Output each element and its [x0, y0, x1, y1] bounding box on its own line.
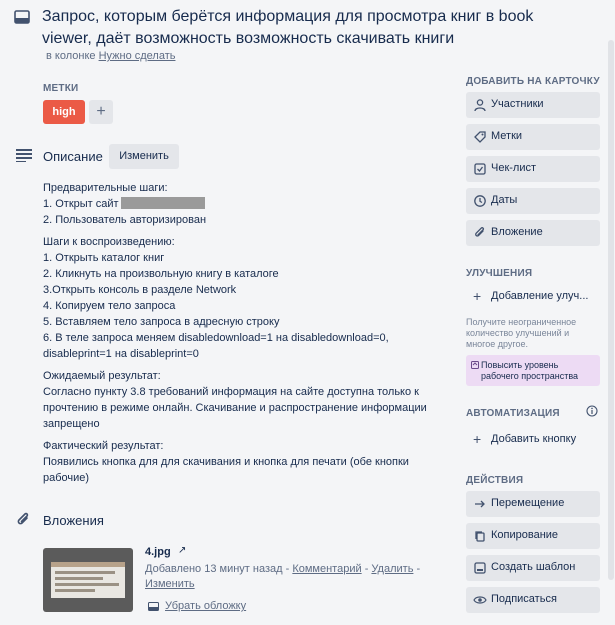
desc-line: рабочие) — [43, 472, 90, 484]
powerups-note: Получите неограниченное количество улучш… — [466, 317, 577, 349]
description-icon — [16, 149, 32, 162]
copy-button[interactable]: Копирование — [466, 523, 600, 549]
desc-line: 2. Кликнуть на произвольную книгу в ката… — [43, 268, 279, 280]
attachment-comment-link[interactable]: Комментарий — [292, 563, 361, 575]
actions-heading: ДЕЙСТВИЯ — [466, 475, 524, 486]
info-icon[interactable] — [586, 405, 598, 417]
edit-description-button[interactable]: Изменить — [109, 144, 179, 169]
desc-line: 6. В теле запроса меняем disabledownload… — [43, 332, 389, 344]
dates-button[interactable]: Даты — [466, 188, 600, 214]
add-button-button[interactable]: + Добавить кнопку — [466, 428, 600, 452]
list-info: в колонке Нужно сделать — [46, 50, 175, 62]
paperclip-icon — [475, 227, 484, 237]
remove-cover-link[interactable]: Убрать обложку — [165, 600, 246, 612]
upgrade-icon — [471, 361, 479, 369]
add-label-button[interactable]: + — [89, 100, 113, 124]
watch-button[interactable]: Подписаться — [466, 587, 600, 613]
attachment-added: Добавлено 13 минут назад — [145, 563, 283, 575]
desc-line: Предварительные шаги: — [43, 182, 168, 194]
desc-line: 3.Открыть консоль в разделе Network — [43, 284, 237, 296]
arrow-right-icon — [475, 500, 485, 508]
move-button[interactable]: Перемещение — [466, 491, 600, 517]
powerups-heading: УЛУЧШЕНИЯ — [466, 268, 533, 279]
attachment-thumbnail[interactable] — [43, 548, 133, 612]
scrollbar[interactable] — [607, 0, 615, 625]
desc-line: 4. Копируем тело запроса — [43, 300, 176, 312]
desc-line: Согласно пункту 3.8 требований информаци… — [43, 386, 419, 398]
copy-icon — [475, 531, 485, 542]
list-name-link[interactable]: Нужно сделать — [99, 50, 176, 62]
desc-line: 2. Пользователь авторизирован — [43, 214, 207, 226]
attachment-delete-link[interactable]: Удалить — [371, 563, 413, 575]
eye-icon — [473, 596, 487, 604]
list-prefix: в колонке — [46, 50, 96, 62]
checklist-button[interactable]: Чек-лист — [466, 156, 600, 182]
attachment-button[interactable]: Вложение — [466, 220, 600, 246]
add-to-card-heading: ДОБАВИТЬ НА КАРТОЧКУ — [466, 76, 600, 87]
card-title[interactable]: Запрос, которым берётся информация для п… — [42, 6, 562, 50]
person-icon — [474, 99, 486, 112]
desc-line: 1. Открыть каталог книг — [43, 252, 165, 264]
checklist-icon — [474, 163, 486, 175]
desc-line: Шаги к воспроизведению: — [43, 236, 175, 248]
paperclip-icon — [17, 512, 29, 525]
make-template-button[interactable]: Создать шаблон — [466, 555, 600, 581]
labels-heading: МЕТКИ — [43, 83, 79, 94]
desc-line: 1. Открыт сайт — [43, 196, 433, 212]
add-powerup-button[interactable]: + Добавление улуч... — [466, 285, 600, 309]
label-high[interactable]: high — [43, 100, 85, 124]
desc-line: Фактический результат: — [43, 440, 164, 452]
plus-icon: + — [473, 431, 482, 447]
description-text[interactable]: Предварительные шаги: 1. Открыт сайт 2. … — [43, 180, 433, 486]
card-icon — [14, 10, 30, 24]
desc-line: disableprint=1 на disableprint=0 — [43, 348, 199, 360]
attachment-meta: Добавлено 13 минут назад - Комментарий -… — [145, 563, 421, 590]
plus-icon: + — [473, 288, 482, 304]
desc-line: запрещено — [43, 418, 100, 430]
template-icon — [474, 562, 486, 574]
clock-icon — [474, 195, 486, 207]
labels-button[interactable]: Метки — [466, 124, 600, 150]
cover-icon — [148, 602, 159, 611]
attachment-name[interactable]: 4.jpg — [145, 546, 171, 558]
redacted-url — [120, 197, 205, 209]
desc-line: Появились кнопка для для скачивания и кн… — [43, 456, 409, 468]
external-link-icon[interactable]: ↗ — [178, 545, 186, 556]
upgrade-workspace-button[interactable]: Повысить уровень рабочего пространства — [466, 355, 600, 386]
desc-line: Ожидаемый результат: — [43, 370, 161, 382]
desc-line: 5. Вставляем тело запроса в адресную стр… — [43, 316, 280, 328]
attachment-edit-link[interactable]: Изменить — [145, 578, 195, 590]
desc-line: прочтению в режиме онлайн. Скачивание и … — [43, 402, 427, 414]
tag-icon — [474, 131, 486, 143]
automation-heading: АВТОМАТИЗАЦИЯ — [466, 408, 560, 419]
attachments-heading: Вложения — [43, 513, 104, 528]
members-button[interactable]: Участники — [466, 92, 600, 118]
description-heading: Описание — [43, 149, 103, 164]
